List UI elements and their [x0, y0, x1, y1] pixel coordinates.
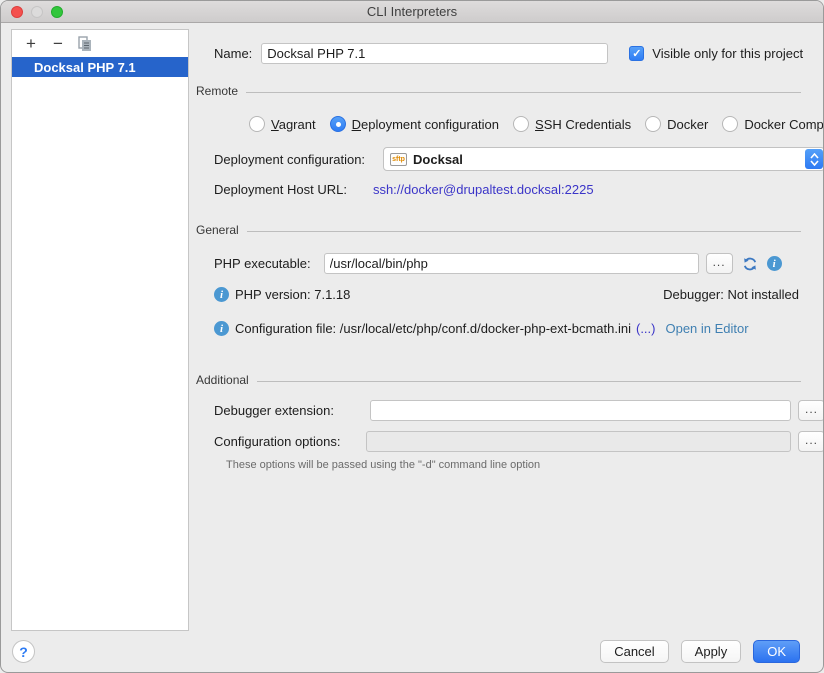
debugger-extension-label: Debugger extension:	[214, 403, 334, 418]
open-in-editor-link[interactable]: Open in Editor	[665, 321, 748, 336]
minimize-window-button	[31, 6, 43, 18]
dropdown-stepper-icon[interactable]	[805, 149, 823, 169]
copy-icon	[77, 36, 93, 52]
interpreter-list-panel: + − Docksal PHP 7.1	[11, 29, 189, 631]
show-phpinfo-button[interactable]: i	[767, 256, 782, 271]
general-section-header: General	[196, 223, 239, 237]
configuration-options-browse-button[interactable]: ...	[798, 431, 824, 452]
name-input[interactable]	[261, 43, 608, 64]
deployment-configuration-select[interactable]: sftp Docksal	[383, 147, 824, 171]
section-divider	[257, 381, 801, 382]
configuration-options-input	[366, 431, 791, 452]
configuration-options-hint: These options will be passed using the "…	[226, 459, 540, 471]
window-title: CLI Interpreters	[367, 4, 457, 19]
radio-circle-icon	[722, 116, 738, 132]
section-divider	[247, 231, 801, 232]
copy-interpreter-button[interactable]	[76, 35, 94, 53]
list-item-label: Docksal PHP 7.1	[34, 60, 136, 75]
info-icon: i	[214, 287, 229, 302]
interpreter-settings-panel: Name: ✓ Visible only for this project Re…	[189, 23, 824, 633]
visible-only-label: Visible only for this project	[652, 46, 803, 61]
apply-button[interactable]: Apply	[681, 640, 742, 663]
php-executable-label: PHP executable:	[214, 256, 311, 271]
configuration-file-text: Configuration file: /usr/local/etc/php/c…	[235, 321, 631, 336]
refresh-icon	[742, 256, 758, 272]
debugger-status-text: Debugger: Not installed	[663, 287, 799, 302]
radio-circle-icon	[645, 116, 661, 132]
help-button[interactable]: ?	[12, 640, 35, 663]
ok-button[interactable]: OK	[753, 640, 800, 663]
remote-section-header: Remote	[196, 84, 238, 98]
deployment-configuration-value: Docksal	[413, 152, 463, 167]
reload-phpinfo-button[interactable]	[742, 256, 758, 272]
radio-vagrant[interactable]: Vagrant	[249, 116, 316, 132]
list-item-docksal-php-71[interactable]: Docksal PHP 7.1	[12, 57, 188, 77]
radio-ssh-credentials[interactable]: SSH Credentials	[513, 116, 631, 132]
configuration-options-label: Configuration options:	[214, 434, 340, 449]
close-window-button[interactable]	[11, 6, 23, 18]
radio-docker[interactable]: Docker	[645, 116, 708, 132]
php-executable-browse-button[interactable]: ...	[706, 253, 733, 274]
radio-circle-icon	[249, 116, 265, 132]
visible-only-checkbox[interactable]: ✓	[629, 46, 644, 61]
checkmark-icon: ✓	[632, 47, 641, 60]
name-label: Name:	[214, 46, 252, 61]
radio-selected-icon	[330, 116, 346, 132]
additional-section-header: Additional	[196, 373, 249, 387]
radio-deployment-configuration[interactable]: Deployment configuration	[330, 116, 499, 132]
deployment-host-url-link[interactable]: ssh://docker@drupaltest.docksal:2225	[373, 182, 594, 197]
list-toolbar: + −	[12, 30, 188, 56]
section-divider	[246, 92, 801, 93]
cancel-button[interactable]: Cancel	[600, 640, 668, 663]
add-interpreter-button[interactable]: +	[22, 35, 40, 53]
php-version-text: PHP version: 7.1.18	[235, 287, 350, 302]
php-executable-input[interactable]	[324, 253, 699, 274]
zoom-window-button[interactable]	[51, 6, 63, 18]
remove-interpreter-button[interactable]: −	[49, 35, 67, 53]
cli-interpreters-dialog: CLI Interpreters + − Docksal PHP 7.1 N	[0, 0, 824, 673]
debugger-extension-input[interactable]	[370, 400, 791, 421]
deployment-host-url-label: Deployment Host URL:	[214, 182, 347, 197]
configuration-file-more-link[interactable]: (...)	[636, 321, 656, 336]
dialog-footer: ? Cancel Apply OK	[1, 631, 823, 672]
debugger-extension-browse-button[interactable]: ...	[798, 400, 824, 421]
title-bar: CLI Interpreters	[1, 1, 823, 23]
info-icon: i	[214, 321, 229, 336]
sftp-server-icon: sftp	[390, 153, 407, 166]
deployment-configuration-label: Deployment configuration:	[214, 152, 365, 167]
radio-circle-icon	[513, 116, 529, 132]
radio-docker-compose[interactable]: Docker Compose	[722, 116, 824, 132]
